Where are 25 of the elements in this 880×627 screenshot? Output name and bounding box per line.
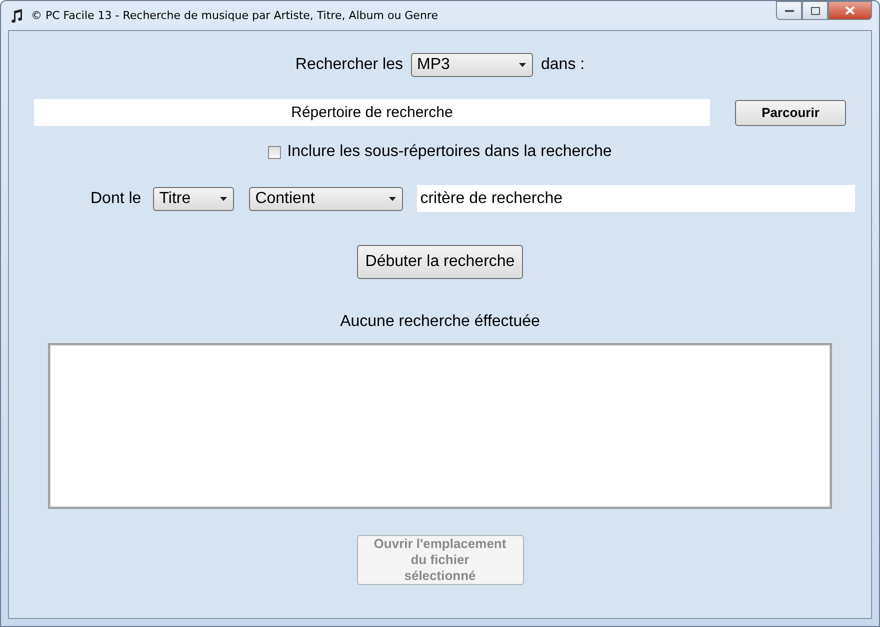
dropdown-arrow-icon <box>220 196 228 200</box>
close-icon <box>845 6 855 15</box>
operator-dropdown[interactable]: Contient <box>249 186 404 210</box>
file-type-dropdown[interactable]: MP3 <box>411 53 533 77</box>
browse-button[interactable]: Parcourir <box>735 100 846 126</box>
field-dropdown[interactable]: Titre <box>153 186 234 210</box>
maximize-icon <box>810 6 820 14</box>
search-type-label: Rechercher les <box>295 56 403 74</box>
music-note-icon <box>11 8 23 22</box>
minimize-button[interactable] <box>776 1 802 20</box>
dropdown-arrow-icon <box>389 196 396 200</box>
maximize-button[interactable] <box>802 1 828 20</box>
results-list[interactable] <box>48 343 832 509</box>
close-button[interactable] <box>828 1 872 20</box>
minimize-icon <box>784 8 794 12</box>
start-search-button[interactable]: Débuter la recherche <box>357 245 523 279</box>
status-text: Aucune recherche éffectuée <box>340 313 540 331</box>
criterion-field[interactable]: critère de recherche <box>417 185 854 212</box>
checkbox[interactable] <box>268 146 282 158</box>
window-title: © PC Facile 13 - Recherche de musique par Artiste, Titre, Album ou Genre <box>31 9 438 22</box>
checkbox-label: Inclure les sous-répertoires dans la recherche <box>287 143 612 161</box>
filter-label: Dont le <box>90 190 142 208</box>
dropdown-arrow-icon <box>519 63 526 67</box>
directory-field[interactable]: Répertoire de recherche <box>34 99 710 126</box>
dans-label: dans : <box>541 56 585 74</box>
